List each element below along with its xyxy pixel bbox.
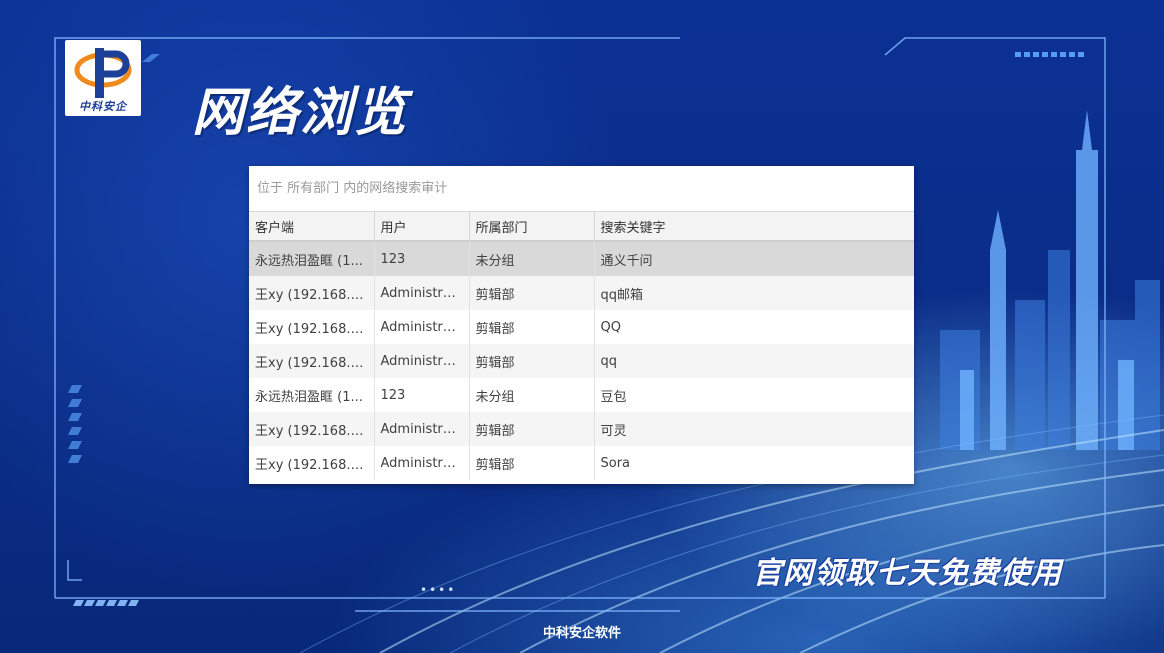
cell-client: 王xy (192.168.3... (249, 412, 375, 446)
cell-department: 剪辑部 (469, 310, 595, 344)
table-row[interactable]: 永远热泪盈眶 (1... 123 未分组 豆包 (249, 378, 914, 412)
company-logo: 中科安企 (65, 40, 141, 116)
cell-user: 123 (374, 378, 470, 412)
cell-client: 永远热泪盈眶 (1... (249, 378, 375, 412)
cell-keyword: 可灵 (594, 412, 914, 446)
cell-keyword: qq (594, 344, 914, 378)
search-audit-table: 客户端 用户 所属部门 搜索关键字 永远热泪盈眶 (1... 123 未分组 通… (249, 212, 914, 480)
cell-department: 剪辑部 (469, 344, 595, 378)
cell-client: 王xy (192.168.3... (249, 276, 375, 310)
column-header-client[interactable]: 客户端 (249, 212, 375, 242)
cell-keyword: 通义千问 (594, 241, 914, 276)
ellipsis-decoration: •••• (420, 583, 457, 597)
cell-department: 未分组 (469, 378, 595, 412)
table-row[interactable]: 王xy (192.168.3... Administra... 剪辑部 QQ (249, 310, 914, 344)
cell-user: Administra... (374, 276, 470, 310)
search-audit-panel: 位于 所有部门 内的网络搜索审计 客户端 用户 所属部门 搜索关键字 永远热泪盈… (249, 166, 914, 484)
cell-keyword: qq邮箱 (594, 276, 914, 310)
cell-client: 王xy (192.168.3... (249, 446, 375, 480)
cell-client: 王xy (192.168.3... (249, 310, 375, 344)
cell-user: Administra... (374, 344, 470, 378)
cell-client: 永远热泪盈眶 (1... (249, 241, 375, 276)
cell-keyword: Sora (594, 446, 914, 480)
cell-department: 未分组 (469, 241, 595, 276)
column-header-keyword[interactable]: 搜索关键字 (594, 212, 914, 242)
cell-client: 王xy (192.168.3... (249, 344, 375, 378)
column-header-user[interactable]: 用户 (374, 212, 470, 242)
promo-slogan: 官网领取七天免费使用 (752, 556, 1062, 591)
footer-brand: 中科安企软件 (542, 626, 621, 641)
cell-department: 剪辑部 (469, 412, 595, 446)
logo-text: 中科安企 (79, 100, 127, 113)
table-row[interactable]: 王xy (192.168.3... Administra... 剪辑部 可灵 (249, 412, 914, 446)
table-row[interactable]: 王xy (192.168.3... Administra... 剪辑部 qq邮箱 (249, 276, 914, 310)
column-header-department[interactable]: 所属部门 (469, 212, 595, 242)
cell-keyword: QQ (594, 310, 914, 344)
cell-user: Administra... (374, 412, 470, 446)
page-title: 网络浏览 (192, 83, 409, 143)
table-row[interactable]: 王xy (192.168.3... Administra... 剪辑部 qq (249, 344, 914, 378)
cell-user: Administra... (374, 446, 470, 480)
cell-department: 剪辑部 (469, 276, 595, 310)
table-row[interactable]: 王xy (192.168.3... Administra... 剪辑部 Sora (249, 446, 914, 480)
cell-keyword: 豆包 (594, 378, 914, 412)
table-row[interactable]: 永远热泪盈眶 (1... 123 未分组 通义千问 (249, 241, 914, 276)
location-breadcrumb: 位于 所有部门 内的网络搜索审计 (249, 166, 914, 212)
cell-user: 123 (374, 241, 470, 276)
table-header-row: 客户端 用户 所属部门 搜索关键字 (249, 212, 914, 242)
cell-department: 剪辑部 (469, 446, 595, 480)
cell-user: Administra... (374, 310, 470, 344)
